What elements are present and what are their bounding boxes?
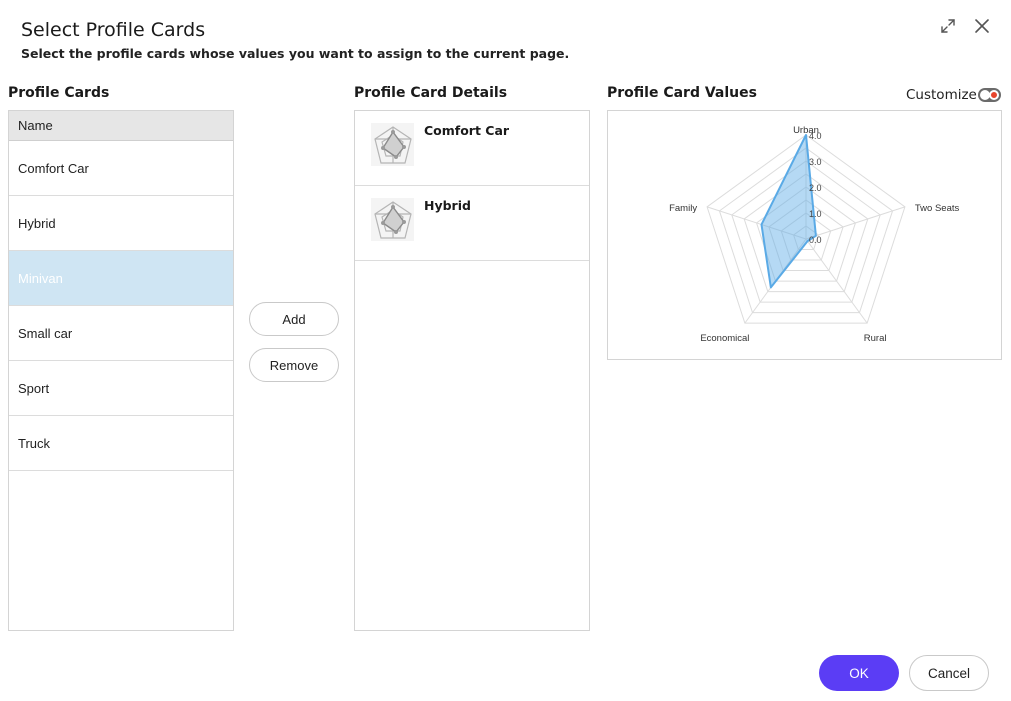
profile-card-values-heading: Profile Card Values bbox=[607, 85, 757, 101]
profile-card-values-chart: 0.0 1.0 2.0 3.0 4.0 Urban Two Seats Rural Econom… bbox=[607, 110, 1002, 360]
dialog-title: Select Profile Cards bbox=[21, 19, 206, 41]
list-item-label: Minivan bbox=[18, 270, 63, 286]
radar-chart: 0.01.02.03.04.0UrbanTwo SeatsRuralEconom… bbox=[669, 125, 960, 344]
customize-toggle[interactable] bbox=[978, 88, 1001, 102]
radar-axis-label: Economical bbox=[700, 333, 749, 344]
name-column-header[interactable]: Name bbox=[9, 111, 233, 141]
list-item-label: Hybrid bbox=[18, 215, 56, 231]
expand-icon[interactable] bbox=[938, 16, 958, 36]
remove-button[interactable]: Remove bbox=[249, 348, 339, 382]
radar-axis-label: Two Seats bbox=[915, 203, 960, 214]
add-button[interactable]: Add bbox=[249, 302, 339, 336]
list-item[interactable]: Small car bbox=[9, 306, 233, 361]
list-item[interactable]: Comfort Car bbox=[9, 141, 233, 196]
cancel-button[interactable]: Cancel bbox=[909, 655, 989, 691]
list-item[interactable]: Truck bbox=[9, 416, 233, 471]
radar-series-area bbox=[760, 134, 817, 289]
radar-tick-label: 1.0 bbox=[809, 209, 822, 219]
close-icon[interactable] bbox=[972, 16, 992, 36]
profile-card-detail-row[interactable]: Comfort Car bbox=[355, 111, 589, 186]
profile-cards-rows: Comfort Car Hybrid Minivan Small car Sport Tr… bbox=[9, 141, 233, 471]
radar-axis-label: Family bbox=[669, 203, 697, 214]
toggle-status-dot bbox=[989, 90, 999, 100]
list-item-label: Small car bbox=[18, 325, 73, 341]
profile-card-details-list: Comfort Car Hybrid bbox=[354, 110, 590, 631]
radar-axis-label: Rural bbox=[864, 333, 887, 344]
list-item[interactable]: Minivan bbox=[9, 251, 233, 306]
ok-button[interactable]: OK bbox=[819, 655, 899, 691]
radar-tick-label: 0.0 bbox=[809, 235, 822, 245]
radar-tick-label: 3.0 bbox=[809, 157, 822, 167]
list-item-label: Comfort Car bbox=[18, 160, 89, 176]
customize-label: Customize bbox=[906, 87, 977, 103]
profile-card-detail-name: Hybrid bbox=[424, 198, 471, 213]
profile-cards-heading: Profile Cards bbox=[8, 85, 110, 101]
profile-card-detail-name: Comfort Car bbox=[424, 123, 510, 138]
list-item[interactable]: Sport bbox=[9, 361, 233, 416]
profile-card-details-heading: Profile Card Details bbox=[354, 85, 508, 101]
list-item-label: Sport bbox=[18, 380, 50, 396]
profile-cards-list: Name Comfort Car Hybrid Minivan Small car Sp… bbox=[8, 110, 234, 631]
radar-tick-label: 2.0 bbox=[809, 183, 822, 193]
dialog-subtitle: Select the profile cards whose values yo… bbox=[21, 46, 570, 61]
radar-axis-label: Urban bbox=[793, 125, 819, 136]
profile-card-detail-row[interactable]: Hybrid bbox=[355, 186, 589, 261]
radar-chart-thumbnail-icon bbox=[371, 123, 414, 166]
radar-chart-thumbnail-icon bbox=[371, 198, 414, 241]
list-item-label: Truck bbox=[18, 435, 51, 451]
list-item[interactable]: Hybrid bbox=[9, 196, 233, 251]
